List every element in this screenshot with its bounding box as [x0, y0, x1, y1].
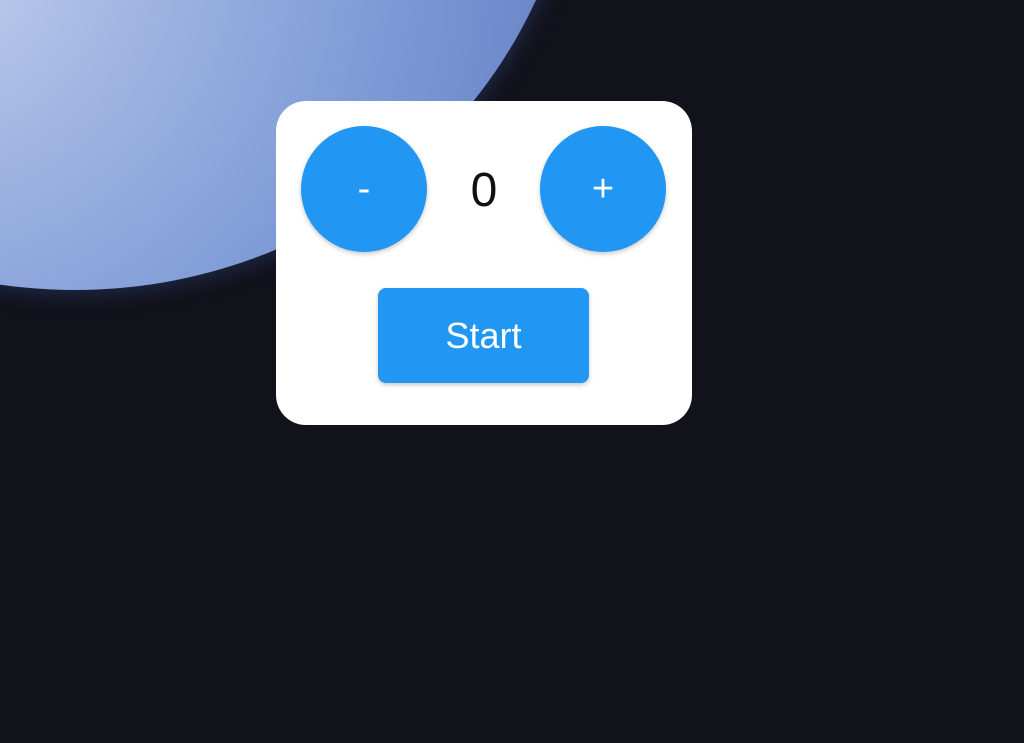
decrement-button[interactable]: -: [301, 126, 427, 252]
counter-widget: - 0 + Start: [276, 101, 692, 425]
increment-button[interactable]: +: [540, 126, 666, 252]
start-button[interactable]: Start: [378, 288, 589, 383]
counter-value: 0: [470, 164, 498, 217]
